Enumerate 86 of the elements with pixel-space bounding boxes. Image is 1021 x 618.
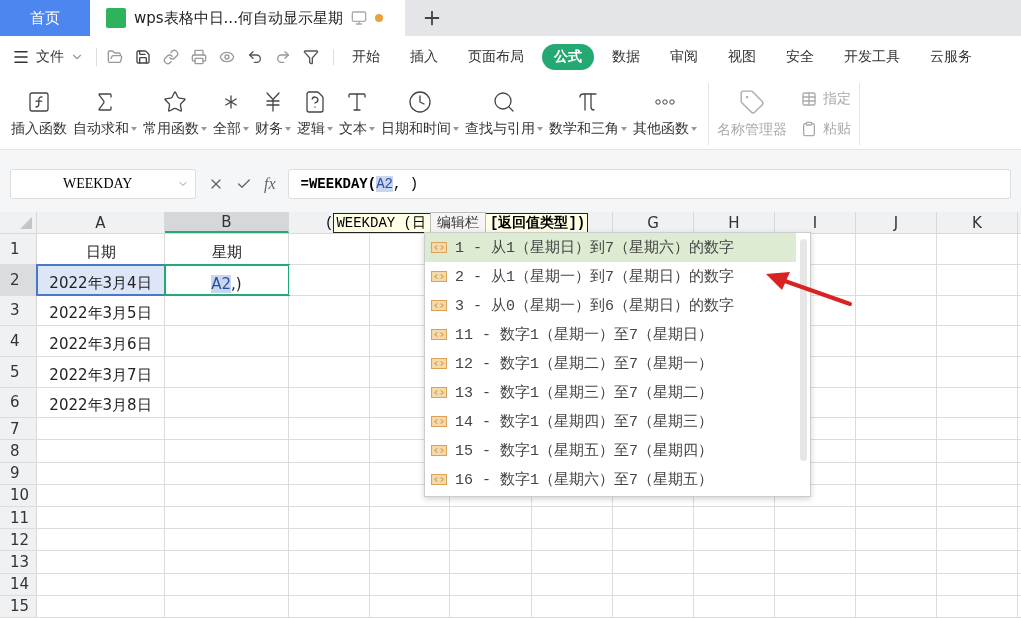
row-header[interactable]: 15	[0, 595, 37, 617]
ribbon-button[interactable]: 逻辑	[294, 89, 336, 138]
enum-icon	[431, 445, 447, 457]
ribbon-button[interactable]: 常用函数	[140, 89, 210, 138]
suggestion-item[interactable]: 2 - 从1（星期一）到7（星期日）的数字	[425, 262, 796, 292]
menu-tab[interactable]: 安全	[774, 44, 826, 71]
ribbon-button[interactable]: 其他函数	[630, 89, 700, 138]
enum-icon	[431, 300, 447, 312]
row-header[interactable]: 8	[0, 440, 37, 462]
open-icon[interactable]	[107, 49, 123, 66]
ribbon-button[interactable]: 财务	[252, 89, 294, 138]
file-menu[interactable]: 文件	[12, 48, 97, 67]
ribbon-button[interactable]: 数学和三角	[546, 89, 630, 138]
sheet-logo-icon	[106, 8, 126, 29]
enum-icon	[431, 387, 447, 399]
hover-tooltip: 编辑栏	[430, 212, 487, 235]
print-icon[interactable]	[191, 49, 207, 66]
suggestion-item[interactable]: 13 - 数字1（星期三）至7（星期二）	[425, 378, 796, 408]
argument-text: WEEKDAY (日	[336, 214, 427, 233]
select-all-icon[interactable]	[20, 217, 32, 230]
column-header[interactable]: B	[165, 212, 289, 234]
row-header[interactable]: 13	[0, 551, 37, 573]
suggestion-item[interactable]: 1 - 从1（星期日）到7（星期六）的数字	[425, 233, 796, 263]
undo-icon[interactable]	[247, 49, 263, 66]
column-header[interactable]: J	[856, 212, 937, 234]
suggestion-item[interactable]: 12 - 数字1（星期二）至7（星期一）	[425, 349, 796, 379]
question-icon	[303, 89, 327, 114]
enum-icon	[431, 416, 447, 428]
row-header[interactable]: 12	[0, 529, 37, 551]
menu-tab[interactable]: 云服务	[918, 44, 984, 71]
ribbon-button[interactable]: 全部	[210, 89, 252, 138]
ribbon-button[interactable]: 自动求和	[70, 89, 140, 138]
formula-field[interactable]: =WEEKDAY(A2, )	[287, 169, 1011, 200]
redo-icon[interactable]	[275, 49, 291, 66]
name-box[interactable]: WEEKDAY	[10, 169, 196, 200]
menu-tab[interactable]: 视图	[716, 44, 768, 71]
enum-icon	[431, 358, 447, 370]
ribbon-button[interactable]: 插入函数	[8, 89, 70, 138]
row-header[interactable]: 1	[0, 234, 37, 264]
menu-tab[interactable]: 页面布局	[456, 44, 536, 71]
enum-icon	[431, 329, 447, 341]
search-icon	[492, 89, 516, 114]
monitor-icon[interactable]	[350, 10, 367, 27]
row-header[interactable]: 10	[0, 484, 37, 507]
clock-icon	[408, 89, 432, 114]
enum-icon	[431, 242, 447, 254]
document-tab[interactable]: wps表格中日...何自动显示星期	[90, 0, 405, 37]
suggestion-item[interactable]: 15 - 数字1（星期五）至7（星期四）	[425, 436, 796, 466]
suggestion-item[interactable]: 11 - 数字1（星期一）至7（星期日）	[425, 320, 796, 350]
scrollbar[interactable]	[800, 239, 807, 462]
enum-icon	[431, 271, 447, 283]
function-icon	[27, 89, 51, 114]
star-icon	[163, 89, 187, 114]
suggestion-item[interactable]: 16 - 数字1（星期六）至7（星期五）	[425, 465, 796, 495]
column-header[interactable]: K	[937, 212, 1018, 234]
menu-tab[interactable]: 开发工具	[832, 44, 912, 71]
table-cell: 2022年3月4日	[37, 264, 165, 295]
insert-function-button[interactable]: fx	[264, 175, 276, 194]
menu-tab[interactable]: 插入	[398, 44, 450, 71]
paren-text: (	[325, 215, 334, 232]
suggestion-item[interactable]: 14 - 数字1（星期四）至7（星期三）	[425, 407, 796, 437]
row-header[interactable]: 11	[0, 507, 37, 529]
save-icon[interactable]	[135, 49, 151, 66]
row-header[interactable]: 14	[0, 573, 37, 595]
row-header[interactable]: 3	[0, 295, 37, 326]
ribbon-button[interactable]: 查找与引用	[462, 89, 546, 138]
current-argument-text: [返回值类型])	[490, 214, 586, 233]
suggestion-item[interactable]: 3 - 从0（星期一）到6（星期日）的数字	[425, 291, 796, 321]
ribbon-button[interactable]: 日期和时间	[378, 89, 462, 138]
row-header[interactable]: 6	[0, 387, 37, 418]
ribbon-button[interactable]: 文本	[336, 89, 378, 138]
row-header[interactable]: 5	[0, 356, 37, 387]
tag-icon	[739, 88, 765, 115]
table-icon	[801, 90, 817, 107]
menu-tab[interactable]: 审阅	[658, 44, 710, 71]
ellipsis-icon	[655, 98, 675, 105]
clipboard-icon	[801, 120, 817, 137]
menu-tab[interactable]: 开始	[340, 44, 392, 71]
menu-tab[interactable]: 数据	[600, 44, 652, 71]
enum-icon	[431, 474, 447, 486]
link-icon[interactable]	[163, 49, 179, 66]
table-cell: A2,)	[165, 264, 289, 295]
home-tab[interactable]: 首页	[0, 0, 90, 37]
row-header[interactable]: 7	[0, 418, 37, 440]
row-header[interactable]: 9	[0, 462, 37, 484]
row-header[interactable]: 4	[0, 326, 37, 356]
